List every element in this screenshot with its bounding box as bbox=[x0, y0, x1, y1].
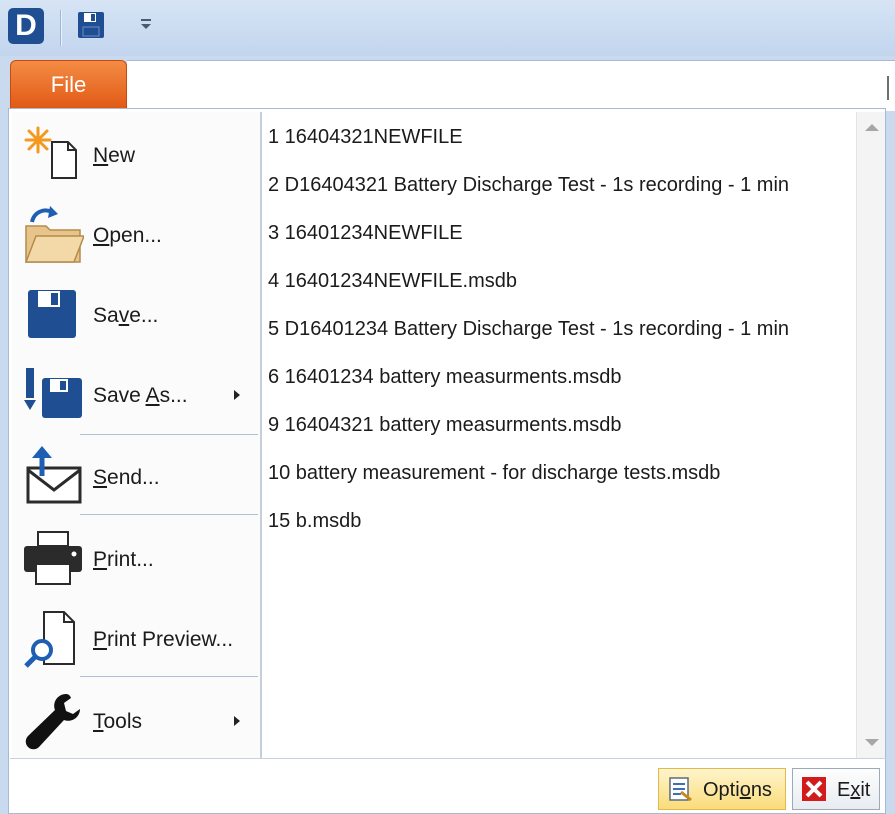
menu-separator bbox=[80, 514, 258, 515]
menu-separator bbox=[80, 676, 258, 677]
footer-divider bbox=[10, 758, 886, 759]
menu-new[interactable]: New bbox=[12, 116, 260, 192]
menu-open-label: Open... bbox=[93, 224, 162, 247]
menu-save-as-label: Save As... bbox=[93, 384, 188, 407]
recent-file-item[interactable]: 10 battery measurement - for discharge t… bbox=[268, 462, 720, 485]
menu-save-as[interactable]: Save As... bbox=[12, 356, 260, 432]
ribbon-tab-strip bbox=[127, 60, 895, 111]
menu-send-label: Send... bbox=[93, 466, 160, 489]
ribbon-edge bbox=[887, 76, 895, 100]
recent-file-item[interactable]: 15 b.msdb bbox=[268, 510, 361, 533]
open-folder-icon bbox=[24, 206, 84, 263]
menu-tools-label: Tools bbox=[93, 710, 143, 733]
recent-file-item[interactable]: 3 16401234NEWFILE bbox=[268, 222, 463, 245]
recent-file-item[interactable]: 1 16404321NEWFILE bbox=[268, 126, 463, 149]
scroll-up-arrow-icon[interactable] bbox=[865, 124, 879, 131]
recent-file-item[interactable]: 6 16401234 battery measurments.msdb bbox=[268, 366, 622, 389]
submenu-arrow-icon bbox=[234, 390, 240, 400]
new-file-icon bbox=[24, 126, 77, 179]
submenu-arrow-icon bbox=[234, 716, 240, 726]
customize-dropdown-icon[interactable] bbox=[138, 16, 154, 32]
save-as-icon bbox=[24, 368, 82, 418]
menu-print[interactable]: Print... bbox=[12, 520, 260, 596]
menu-open[interactable]: Open... bbox=[12, 196, 260, 272]
menu-save-label: Save... bbox=[93, 304, 159, 327]
save-icon bbox=[28, 290, 76, 338]
save-icon[interactable] bbox=[76, 10, 106, 40]
scroll-down-arrow-icon[interactable] bbox=[865, 739, 879, 746]
menu-separator bbox=[80, 434, 258, 435]
options-label: Options bbox=[703, 779, 772, 801]
options-icon bbox=[669, 777, 692, 802]
options-button[interactable]: Options bbox=[658, 768, 786, 810]
send-icon bbox=[26, 446, 82, 504]
recent-file-item[interactable]: 5 D16401234 Battery Discharge Test - 1s … bbox=[268, 318, 789, 341]
exit-button[interactable]: Exit bbox=[792, 768, 880, 810]
recent-files-list: 1 16404321NEWFILE 2 D16404321 Battery Di… bbox=[262, 112, 856, 758]
menu-print-preview-label: Print Preview... bbox=[93, 628, 234, 651]
print-preview-icon bbox=[24, 611, 75, 668]
recent-file-item[interactable]: 2 D16404321 Battery Discharge Test - 1s … bbox=[268, 174, 789, 197]
print-icon bbox=[24, 531, 82, 585]
recent-files-scrollbar[interactable] bbox=[856, 112, 885, 758]
menu-save[interactable]: Save... bbox=[12, 276, 260, 352]
wrench-icon bbox=[25, 694, 80, 750]
recent-file-item[interactable]: 9 16404321 battery measurments.msdb bbox=[268, 414, 622, 437]
menu-print-preview[interactable]: Print Preview... bbox=[12, 600, 260, 676]
menu-send[interactable]: Send... bbox=[12, 438, 260, 514]
menu-print-label: Print... bbox=[93, 548, 154, 571]
menu-new-label: New bbox=[93, 144, 136, 167]
recent-file-item[interactable]: 4 16401234NEWFILE.msdb bbox=[268, 270, 517, 293]
menu-tools[interactable]: Tools bbox=[12, 682, 260, 758]
app-logo-icon[interactable]: D bbox=[8, 8, 44, 44]
exit-label: Exit bbox=[837, 779, 871, 801]
quick-access-toolbar: D bbox=[0, 0, 895, 56]
file-tab[interactable]: File bbox=[10, 60, 127, 108]
close-icon bbox=[802, 777, 826, 801]
toolbar-separator bbox=[60, 10, 62, 46]
